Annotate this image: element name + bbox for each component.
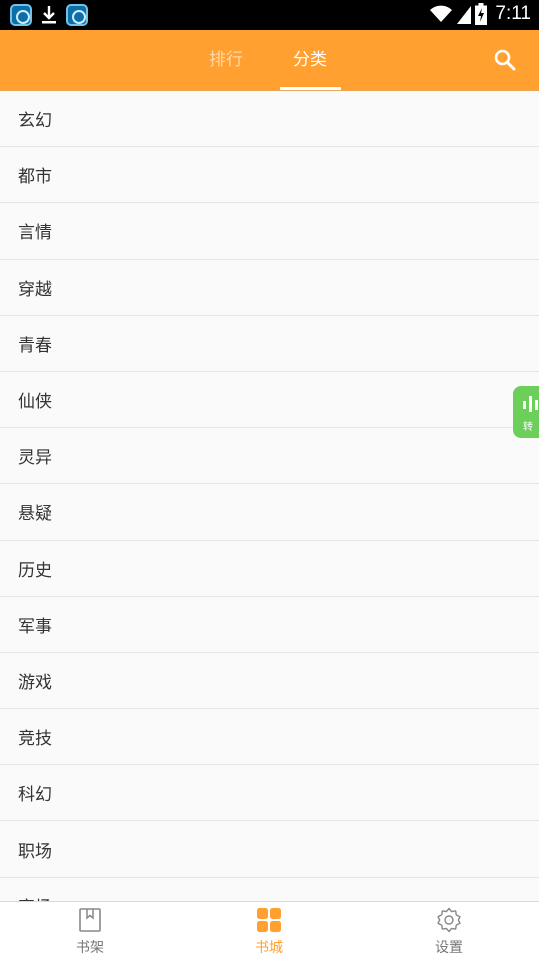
category-item[interactable]: 仙侠 xyxy=(0,372,539,429)
status-notifications xyxy=(10,4,88,26)
category-item[interactable]: 青春 xyxy=(0,316,539,372)
bottom-navigation: 书架 书城 设置 xyxy=(0,901,539,958)
floating-voice-button[interactable]: 转 xyxy=(513,386,539,438)
app-notification-icon xyxy=(10,4,32,26)
settings-gear-icon xyxy=(437,907,461,933)
status-system: 7:11 xyxy=(429,3,531,25)
top-app-bar: 排行 分类 xyxy=(0,30,539,90)
category-item[interactable]: 言情 xyxy=(0,203,539,260)
nav-settings-label: 设置 xyxy=(435,940,463,956)
app-notification-icon xyxy=(66,4,88,26)
bookshelf-icon xyxy=(79,908,101,932)
status-time: 7:11 xyxy=(495,3,531,24)
category-item[interactable]: 竞技 xyxy=(0,709,539,766)
category-item[interactable]: 历史 xyxy=(0,541,539,597)
nav-bookshelf[interactable]: 书架 xyxy=(40,902,140,958)
category-item[interactable]: 灵异 xyxy=(0,428,539,485)
category-item[interactable]: 都市 xyxy=(0,147,539,204)
tab-category[interactable]: 分类 xyxy=(280,30,340,90)
nav-settings[interactable]: 设置 xyxy=(399,902,499,958)
nav-bookstore-label: 书城 xyxy=(255,940,283,956)
wifi-icon xyxy=(430,5,453,22)
category-item[interactable]: 悬疑 xyxy=(0,484,539,541)
category-item[interactable]: 游戏 xyxy=(0,653,539,710)
category-item[interactable]: 穿越 xyxy=(0,260,539,316)
bookstore-grid-icon xyxy=(257,908,281,932)
category-item[interactable]: 军事 xyxy=(0,597,539,653)
nav-bookstore[interactable]: 书城 xyxy=(219,902,319,958)
nav-bookshelf-label: 书架 xyxy=(76,940,104,956)
battery-charging-icon xyxy=(475,3,488,25)
download-icon xyxy=(42,6,56,24)
sound-wave-icon xyxy=(523,396,538,412)
signal-icon xyxy=(457,6,472,24)
category-item[interactable]: 职场 xyxy=(0,821,539,878)
floating-button-label: 转 xyxy=(523,422,533,433)
search-icon[interactable] xyxy=(493,48,517,72)
status-bar: 7:11 xyxy=(0,0,539,30)
tab-ranking[interactable]: 排行 xyxy=(196,30,256,90)
category-item[interactable]: 官场 xyxy=(0,878,539,901)
category-item[interactable]: 玄幻 xyxy=(0,91,539,148)
category-item[interactable]: 科幻 xyxy=(0,765,539,822)
category-list[interactable]: 玄幻 都市 言情 穿越 青春 仙侠 灵异 悬疑 历史 军事 游戏 竞技 科幻 职… xyxy=(0,91,539,901)
